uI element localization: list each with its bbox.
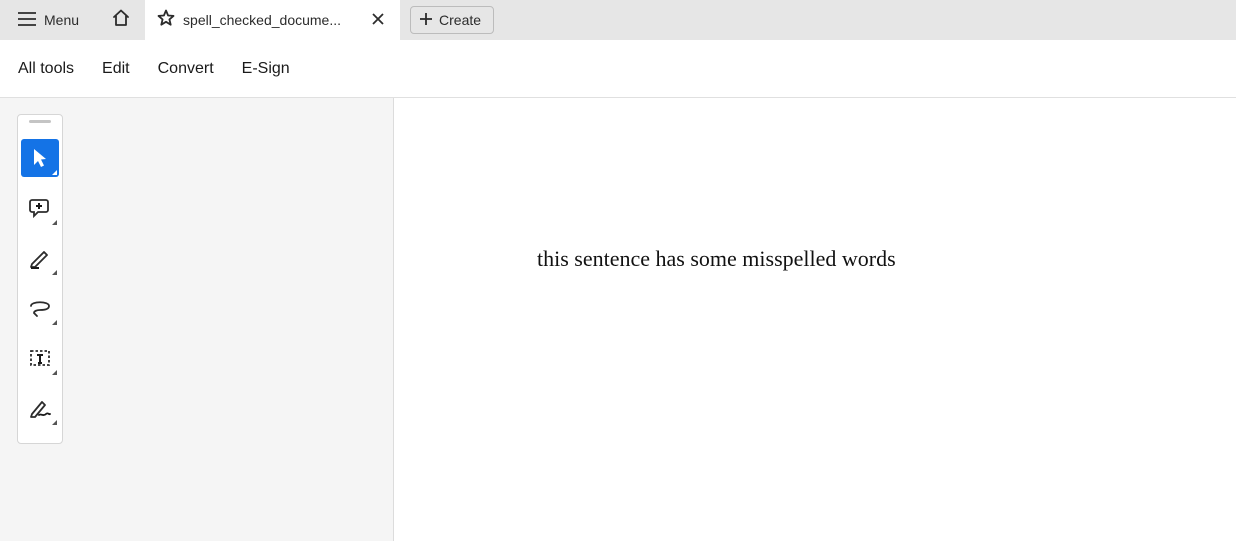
cursor-icon bbox=[30, 147, 50, 169]
menu-bar: All tools Edit Convert E-Sign bbox=[0, 40, 1236, 98]
document-tab[interactable]: spell_checked_docume... bbox=[145, 0, 400, 40]
highlight-tool[interactable] bbox=[21, 239, 59, 277]
create-button[interactable]: Create bbox=[410, 6, 494, 34]
menu-edit[interactable]: Edit bbox=[102, 60, 130, 78]
home-icon bbox=[111, 8, 131, 33]
comment-tool[interactable] bbox=[21, 189, 59, 227]
hamburger-icon bbox=[18, 12, 36, 29]
sign-tool[interactable] bbox=[21, 389, 59, 427]
menu-all-tools[interactable]: All tools bbox=[18, 60, 74, 78]
top-bar: Menu spell_checked_docume... bbox=[0, 0, 1236, 40]
document-view[interactable]: this sentence has some misspelled words bbox=[394, 98, 1236, 541]
sign-icon bbox=[29, 397, 51, 419]
menu-esign[interactable]: E-Sign bbox=[242, 60, 290, 78]
toolbar-grip[interactable] bbox=[29, 120, 51, 123]
draw-tool[interactable] bbox=[21, 289, 59, 327]
document-body-text: this sentence has some misspelled words bbox=[537, 246, 896, 272]
textbox-tool[interactable] bbox=[21, 339, 59, 377]
menu-button[interactable]: Menu bbox=[18, 12, 97, 29]
comment-icon bbox=[29, 197, 51, 219]
star-icon[interactable] bbox=[157, 9, 175, 32]
tab-close-button[interactable] bbox=[364, 12, 392, 28]
menu-convert[interactable]: Convert bbox=[158, 60, 214, 78]
menu-label: Menu bbox=[44, 12, 79, 28]
plus-icon bbox=[419, 12, 433, 29]
create-label: Create bbox=[439, 12, 481, 28]
content-area: this sentence has some misspelled words bbox=[0, 98, 1236, 541]
home-button[interactable] bbox=[97, 8, 145, 33]
vertical-toolbar bbox=[17, 114, 63, 444]
tab-title: spell_checked_docume... bbox=[183, 12, 356, 28]
lasso-icon bbox=[28, 298, 52, 318]
textbox-icon bbox=[29, 347, 51, 369]
left-pane bbox=[0, 98, 394, 541]
close-icon bbox=[372, 12, 384, 28]
highlighter-icon bbox=[29, 247, 51, 269]
select-tool[interactable] bbox=[21, 139, 59, 177]
